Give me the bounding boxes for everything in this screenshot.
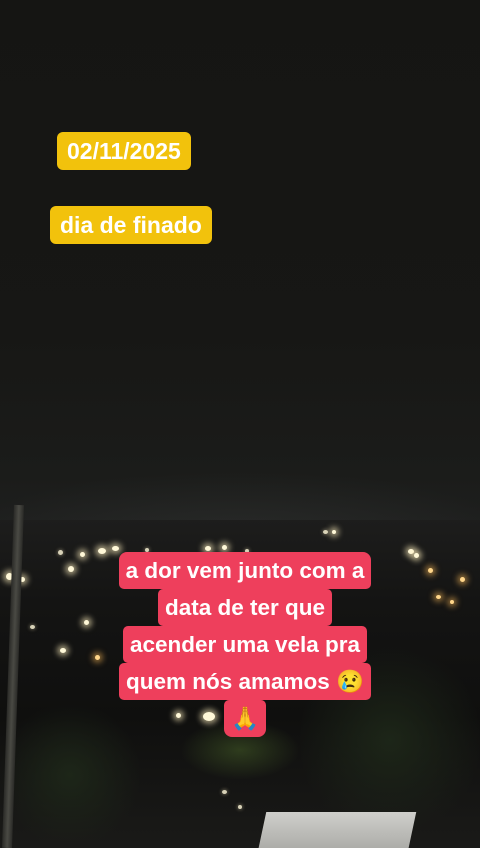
city-light [60,648,66,653]
caption-box: a dor vem junto com a data de ter que ac… [96,552,394,737]
city-light [68,566,74,572]
city-light [205,546,211,551]
caption-line: acender uma vela pra [122,626,368,663]
city-light [222,790,227,794]
city-light [80,552,85,557]
city-light [332,530,336,534]
city-light [323,530,328,534]
city-light [58,550,63,555]
caption-line: 🙏 [223,700,266,737]
date-label: 02/11/2025 [57,132,191,170]
city-light [222,545,227,550]
caption-line: data de ter que [157,589,333,626]
city-light [408,549,414,554]
city-light [84,620,89,625]
city-light [436,595,441,599]
city-light [112,546,119,551]
city-light [238,805,242,809]
city-light [428,568,433,573]
city-light [450,600,454,604]
caption-line: a dor vem junto com a [118,552,372,589]
house-wall [257,812,417,848]
title-label: dia de finado [50,206,212,244]
city-light [30,625,35,629]
city-light [460,577,465,582]
city-light [414,553,419,558]
caption-line: quem nós amamos 😢 [118,663,372,700]
